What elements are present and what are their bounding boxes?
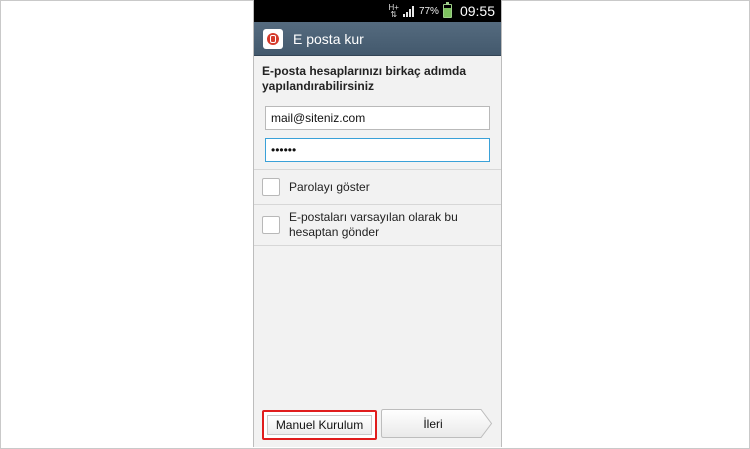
manual-setup-label: Manuel Kurulum [275,418,364,432]
screen-title: E posta kur [293,30,364,47]
email-app-icon[interactable] [263,28,283,49]
next-label: İleri [423,416,443,431]
phone-screen: H+ ⇅ 77% 09:55 E posta kur E-posta hesap… [253,0,502,447]
status-bar: H+ ⇅ 77% 09:55 [254,0,501,22]
default-account-row[interactable]: E-postaları varsayılan olarak bu hesapta… [254,205,501,245]
battery-icon [442,2,452,18]
default-account-checkbox[interactable] [262,216,280,234]
network-type: H+ ⇅ [388,3,399,19]
instructions-text: E-posta hesaplarınızı birkaç adımda yapı… [262,64,467,93]
battery-percent: 77% [418,5,439,17]
clock: 09:55 [459,3,495,19]
action-bar: E posta kur [254,22,501,56]
divider [254,245,501,246]
show-password-row[interactable]: Parolayı göster [254,170,501,204]
show-password-checkbox[interactable] [262,178,280,196]
password-field[interactable] [265,138,490,162]
signal-icon [402,5,415,17]
email-field[interactable] [265,106,490,130]
default-account-label: E-postaları varsayılan olarak bu hesapta… [289,210,458,239]
show-password-label: Parolayı göster [289,179,370,194]
manual-setup-button[interactable]: Manuel Kurulum [262,410,377,440]
next-button[interactable]: İleri [381,409,493,438]
